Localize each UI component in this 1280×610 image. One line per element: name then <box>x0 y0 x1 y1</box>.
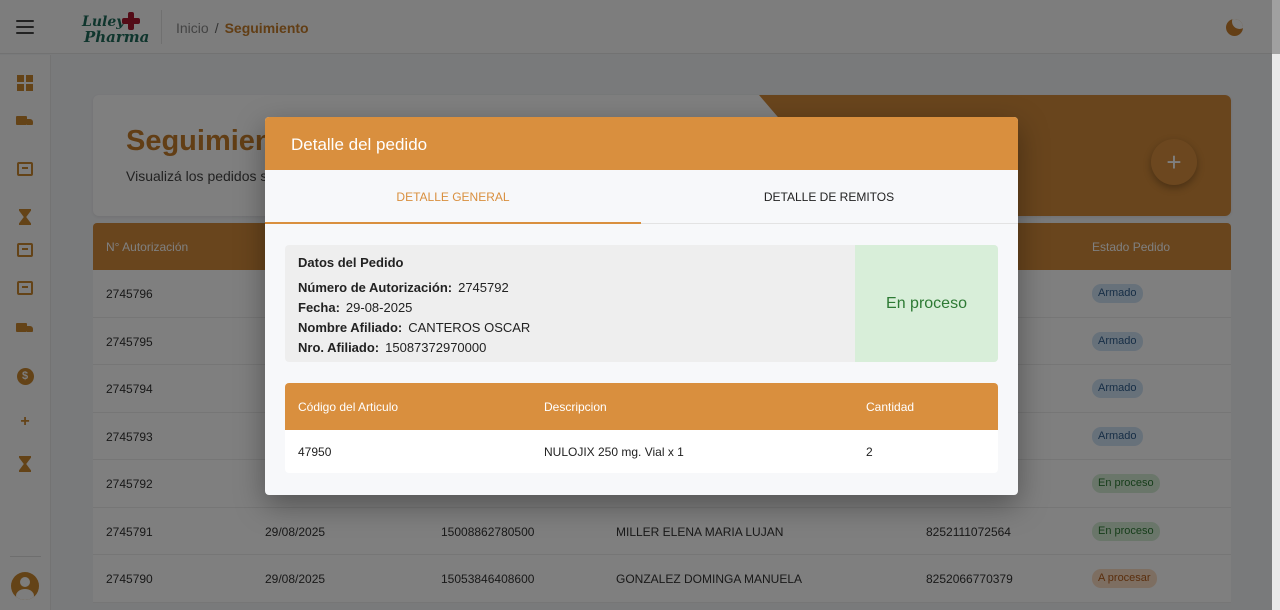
header-cantidad: Cantidad <box>866 400 915 414</box>
header-descripcion: Descripcion <box>544 400 607 414</box>
info-value: 2745792 <box>458 280 509 295</box>
order-status: En proceso <box>855 245 998 362</box>
item-codigo: 47950 <box>298 445 332 459</box>
item-descripcion: NULOJIX 250 mg. Vial x 1 <box>544 445 684 459</box>
order-detail-modal: Detalle del pedido Detalle General Detal… <box>265 117 1018 495</box>
order-info-card: Datos del Pedido Número de Autorización:… <box>285 245 998 362</box>
info-fecha: Fecha: 29-08-2025 <box>298 300 412 315</box>
info-label: Fecha: <box>298 300 340 315</box>
modal-tabs: Detalle General Detalle de Remitos <box>265 170 1018 224</box>
info-value: CANTEROS OSCAR <box>408 320 531 335</box>
tab-detalle-general[interactable]: Detalle General <box>265 170 641 224</box>
info-label: Nombre Afiliado: <box>298 320 403 335</box>
info-value: 29-08-2025 <box>345 300 413 315</box>
scrollbar[interactable] <box>1272 0 1280 610</box>
info-value: 15087372970000 <box>385 340 487 355</box>
modal-title: Detalle del pedido <box>291 135 428 154</box>
items-table: Código del Articulo Descripcion Cantidad… <box>285 383 998 473</box>
info-section-title: Datos del Pedido <box>298 255 404 270</box>
info-nro-afiliado: Nro. Afiliado: 15087372970000 <box>298 340 486 355</box>
info-afiliado: Nombre Afiliado: CANTEROS OSCAR <box>298 320 530 335</box>
info-label: Nro. Afiliado: <box>298 340 380 355</box>
modal-header: Detalle del pedido <box>265 117 1018 170</box>
info-autorizacion: Número de Autorización: 2745792 <box>298 280 509 295</box>
header-codigo: Código del Articulo <box>298 400 399 414</box>
items-row: 47950 NULOJIX 250 mg. Vial x 1 2 <box>285 430 998 473</box>
items-table-header: Código del Articulo Descripcion Cantidad <box>285 383 998 430</box>
item-cantidad: 2 <box>866 445 873 459</box>
info-label: Número de Autorización: <box>298 280 453 295</box>
tab-detalle-remitos[interactable]: Detalle de Remitos <box>641 170 1017 224</box>
scrollbar-thumb[interactable] <box>1272 0 1280 54</box>
